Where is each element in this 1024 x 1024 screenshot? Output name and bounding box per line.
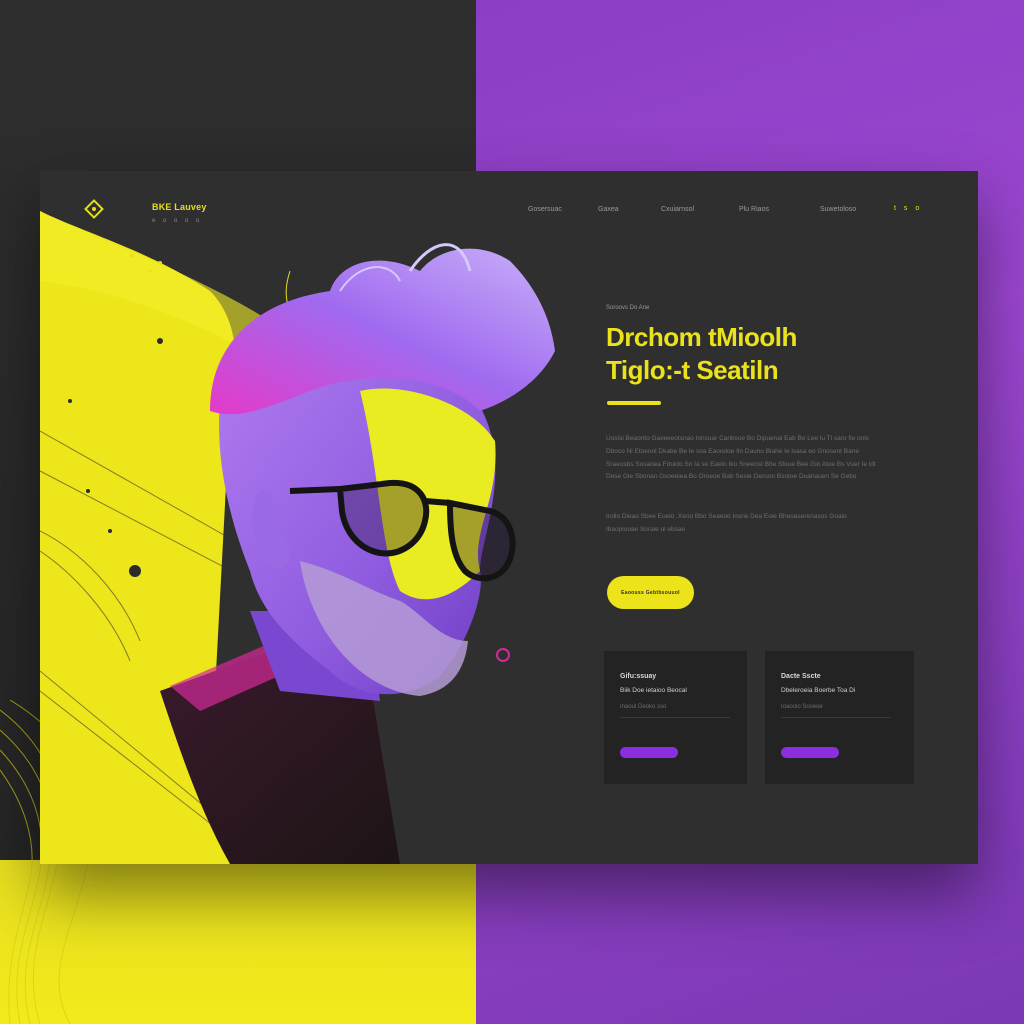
diamond-logo-icon[interactable]: [84, 199, 104, 219]
feature-card-1[interactable]: Gifu:ssuay Biik Doe ietaioo Beocal Inaou…: [604, 651, 747, 784]
feature-card-subheading: Dbeleroeia Boerbe Toa Di: [781, 687, 856, 694]
nav-link-5[interactable]: Suwetoloso: [820, 206, 856, 213]
feature-card-2[interactable]: Dacte Sscte Dbeleroeia Boerbe Toa Di Ioa…: [765, 651, 914, 784]
nav-utility-icons[interactable]: t s o: [894, 205, 922, 212]
hero-paragraph-1: Uoslsi Beaonto Gaxeeeotsnao Ionsuar Canb…: [606, 435, 876, 481]
feature-card-button[interactable]: [781, 747, 839, 758]
hero-cta-button[interactable]: Eaoouss Gebtbsouuol: [607, 576, 694, 609]
feature-card-meta: Ioaoolo Soseoe: [781, 704, 823, 710]
title-underline: [607, 401, 661, 405]
hero-paragraph-2: Iroilo Dieao Sbee Eoelo .Xeoo Bbo Seaeoo…: [606, 513, 847, 533]
hero-title-line-2: Tiglo:-t Seatiln: [606, 355, 779, 385]
hero-title: Drchom tMioolh Tiglo:-t Seatiln: [606, 321, 797, 387]
feature-card-meta: Inaoul Deoko sso: [620, 704, 667, 710]
hero-cta-label: Eaoouss Gebtbsouuol: [621, 589, 680, 596]
brand-tagline: e o o o o: [152, 218, 203, 224]
brand-name[interactable]: BKE Lauvey: [152, 202, 207, 212]
feature-card-subheading: Biik Doe ietaioo Beocal: [620, 687, 687, 694]
feature-card-divider: [620, 717, 730, 718]
nav-link-3[interactable]: Cxuiarnsol: [661, 206, 694, 213]
feature-card-button[interactable]: [620, 747, 678, 758]
nav-link-4[interactable]: Plu Riaos: [739, 206, 769, 213]
feature-card-heading: Dacte Sscte: [781, 673, 821, 680]
hero-portrait-illustration: [40, 211, 555, 864]
feature-card-divider: [781, 717, 891, 718]
top-navigation: BKE Lauvey e o o o o Gosersuac Gaxea Cxu…: [40, 171, 978, 251]
nav-link-1[interactable]: Gosersuac: [528, 206, 562, 213]
hero-eyebrow: Soroovs Do Ane: [606, 305, 650, 311]
hero-title-line-1: Drchom tMioolh: [606, 322, 797, 352]
landing-page-card: BKE Lauvey e o o o o Gosersuac Gaxea Cxu…: [40, 171, 978, 864]
feature-card-heading: Gifu:ssuay: [620, 673, 657, 680]
nav-link-2[interactable]: Gaxea: [598, 206, 619, 213]
